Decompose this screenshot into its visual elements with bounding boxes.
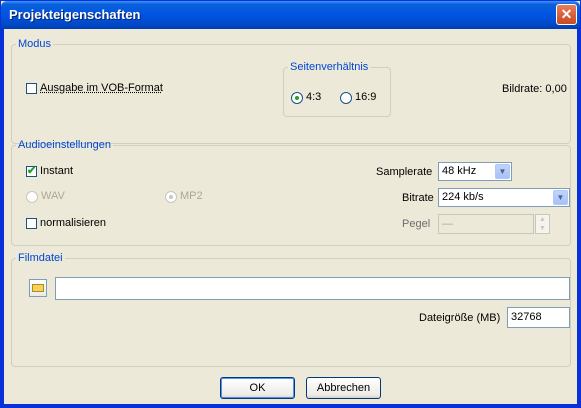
pegel-input[interactable]: — <box>438 214 534 234</box>
dateigroesse-value: 32768 <box>511 311 542 323</box>
aspect-group: Seitenverhältnis <box>283 61 391 117</box>
samplerate-select[interactable]: 48 kHz ▼ <box>438 162 512 181</box>
aspect-4-3-label[interactable]: 4:3 <box>306 91 321 103</box>
ok-button[interactable]: OK <box>220 377 295 399</box>
chevron-down-icon[interactable]: ▼ <box>495 164 510 179</box>
instant-label[interactable]: Instant <box>40 165 73 177</box>
aspect-4-3-radio[interactable] <box>291 92 303 104</box>
dateigroesse-label: Dateigröße (MB) <box>419 312 501 324</box>
aspect-legend: Seitenverhältnis <box>290 61 369 73</box>
normalisieren-checkbox[interactable] <box>26 218 37 229</box>
aspect-16-9-label[interactable]: 16:9 <box>355 91 376 103</box>
bitrate-label: Bitrate <box>402 192 434 204</box>
bitrate-value: 224 kb/s <box>442 191 484 203</box>
close-button[interactable]: ✕ <box>556 4 577 25</box>
instant-checkbox[interactable] <box>26 164 37 177</box>
spin-down-icon[interactable]: ▼ <box>536 224 549 233</box>
vob-label[interactable]: Ausgabe im VOB-Format <box>40 82 163 94</box>
pegel-label: Pegel <box>402 218 431 230</box>
audio-legend: Audioeinstellungen <box>18 139 111 151</box>
browse-button[interactable] <box>29 279 47 297</box>
frame-bottom <box>1 404 580 407</box>
wav-label[interactable]: WAV <box>41 190 65 202</box>
pegel-value: — <box>442 218 453 230</box>
mp2-label[interactable]: MP2 <box>180 190 203 202</box>
close-icon: ✕ <box>560 6 573 22</box>
bildrate-text: Bildrate: 0,00 <box>502 83 567 95</box>
frame-left <box>1 29 4 407</box>
cancel-button[interactable]: Abbrechen <box>306 377 381 399</box>
filmdatei-legend: Filmdatei <box>18 252 63 264</box>
pegel-spinner[interactable]: ▲ ▼ <box>535 214 550 234</box>
chevron-down-icon[interactable]: ▼ <box>553 190 568 205</box>
samplerate-label: Samplerate <box>376 166 433 178</box>
dialog-window: Projekteigenschaften ✕ Modus Ausgabe im … <box>0 0 581 408</box>
aspect-16-9-radio[interactable] <box>340 92 352 104</box>
mp2-radio[interactable] <box>165 191 177 203</box>
wav-radio[interactable] <box>26 191 38 203</box>
samplerate-value: 48 kHz <box>442 165 477 177</box>
spin-up-icon[interactable]: ▲ <box>536 215 549 224</box>
normalisieren-label[interactable]: normalisieren <box>40 217 106 229</box>
film-path-input[interactable] <box>55 277 570 300</box>
window-title: Projekteigenschaften <box>9 7 141 22</box>
vob-checkbox[interactable] <box>26 83 37 94</box>
folder-icon <box>32 284 44 292</box>
frame-right <box>577 29 580 407</box>
bitrate-select[interactable]: 224 kb/s ▼ <box>438 188 570 207</box>
title-bar[interactable]: Projekteigenschaften ✕ <box>1 1 580 29</box>
filmdatei-group: Filmdatei <box>11 252 571 367</box>
dateigroesse-input[interactable]: 32768 <box>507 307 570 328</box>
modus-legend: Modus <box>18 38 52 50</box>
